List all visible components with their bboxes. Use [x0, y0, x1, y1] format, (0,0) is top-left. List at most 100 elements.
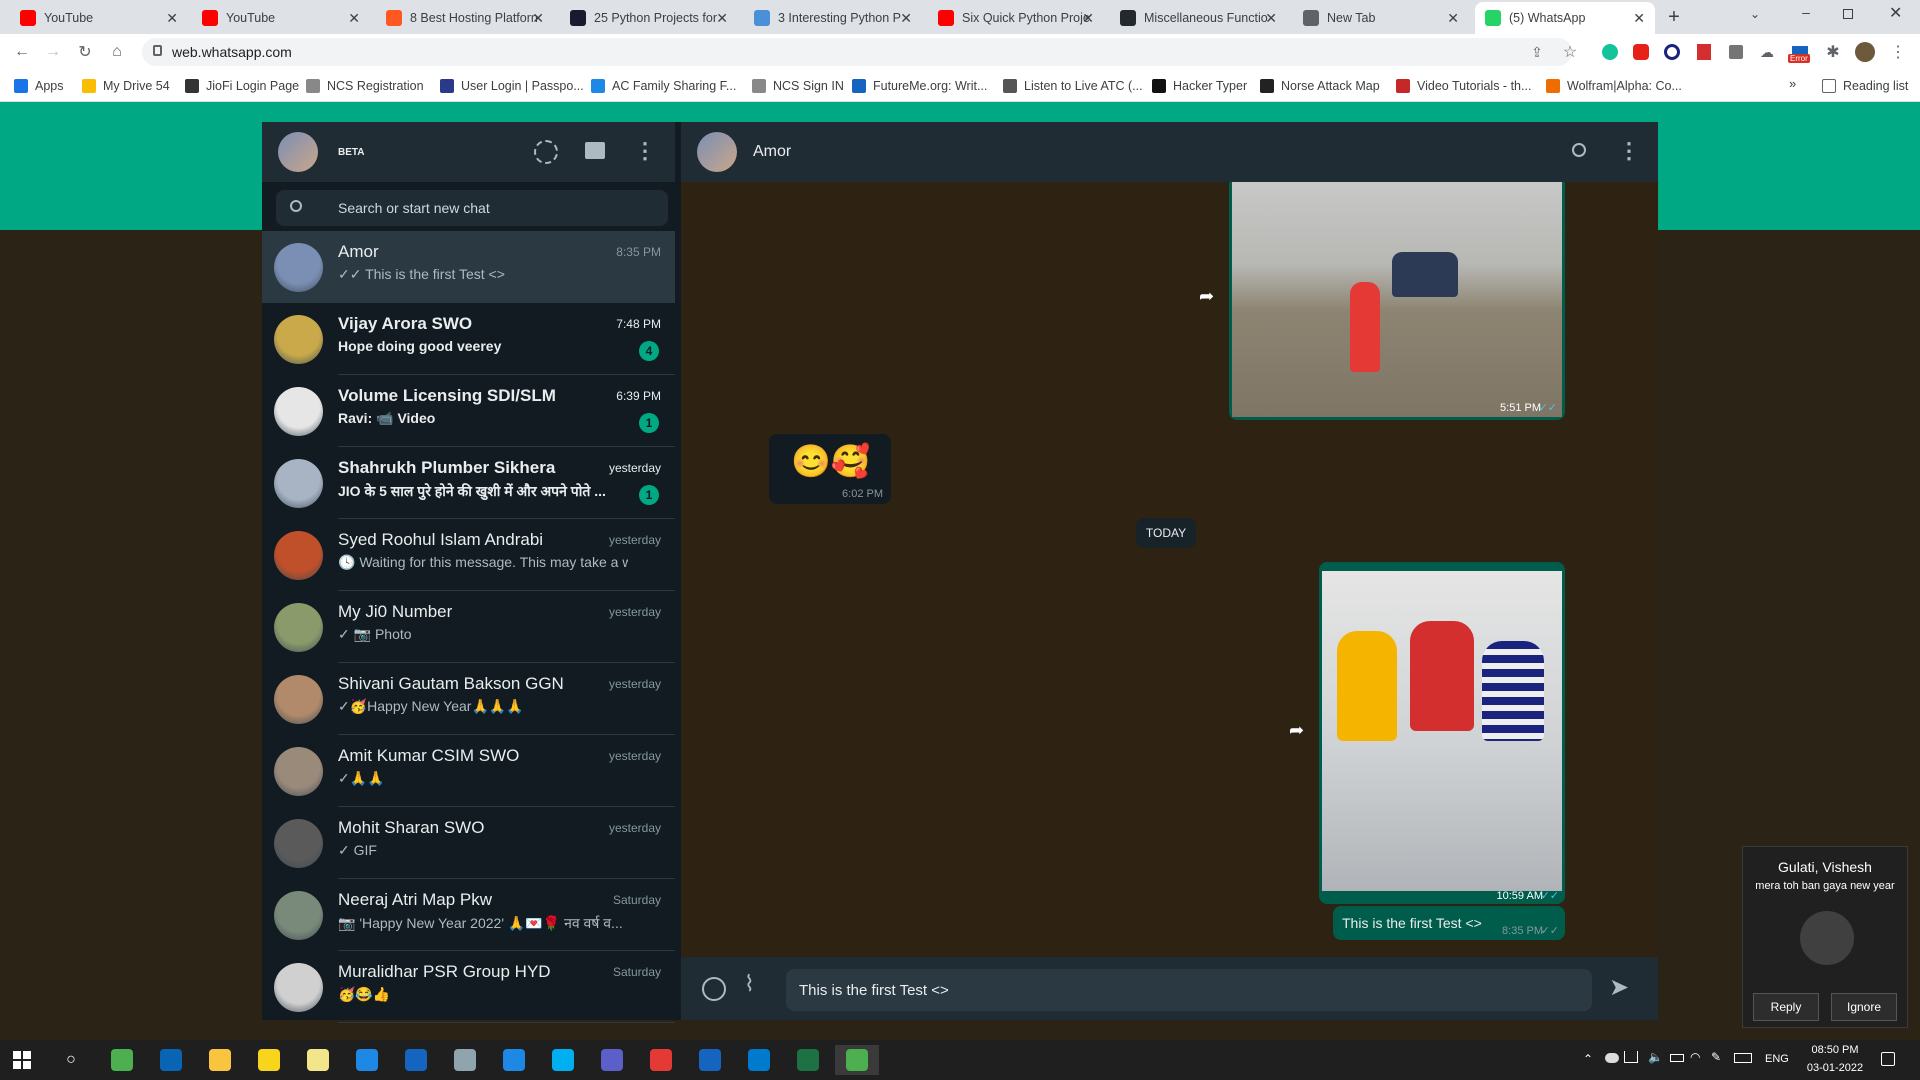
search-input[interactable]: Search or start new chat — [276, 190, 668, 226]
browser-tab[interactable]: (5) WhatsApp ✕ — [1475, 2, 1655, 34]
browser-tab[interactable]: 3 Interesting Python P ✕ — [744, 2, 922, 34]
language-indicator[interactable]: ENG — [1765, 1053, 1789, 1065]
contact-avatar[interactable] — [697, 132, 737, 172]
bookmark-item[interactable]: AC Family Sharing F... — [591, 77, 736, 95]
taskbar-app[interactable] — [156, 1045, 186, 1075]
youtube-ext-icon[interactable] — [1633, 44, 1649, 60]
chat-list-item[interactable]: Mohit Sharan SWO ✓ GIF yesterday — [262, 807, 675, 879]
tab-close-icon[interactable]: ✕ — [348, 10, 360, 27]
bookmarks-overflow-icon[interactable]: » — [1789, 76, 1796, 91]
tab-close-icon[interactable]: ✕ — [716, 10, 728, 27]
tray-wifi-icon[interactable]: ◠ — [1690, 1050, 1700, 1064]
new-tab-button[interactable]: + — [1661, 6, 1687, 30]
taskbar-app[interactable] — [352, 1045, 382, 1075]
browser-tab[interactable]: YouTube ✕ — [192, 2, 370, 34]
tab-close-icon[interactable]: ✕ — [166, 10, 178, 27]
tray-onedrive-icon[interactable] — [1605, 1053, 1619, 1063]
reading-list[interactable]: Reading list — [1822, 77, 1908, 95]
profile-avatar[interactable] — [1855, 42, 1875, 62]
my-profile-avatar[interactable] — [278, 132, 318, 172]
conversation-menu-icon[interactable]: ⋮ — [1618, 138, 1640, 164]
taskbar-app[interactable] — [254, 1045, 284, 1075]
bookmark-item[interactable]: User Login | Passpo... — [440, 77, 584, 95]
home-icon[interactable]: ⌂ — [107, 42, 127, 62]
address-bar[interactable]: web.whatsapp.com — [142, 38, 1572, 66]
browser-menu-icon[interactable]: ⋮ — [1888, 42, 1908, 62]
contact-name[interactable]: Amor — [753, 143, 791, 161]
bookmark-item[interactable]: Wolfram|Alpha: Co... — [1546, 77, 1682, 95]
emoji-icon[interactable] — [702, 977, 726, 1001]
close-window-button[interactable]: ✕ — [1889, 3, 1902, 23]
clock-time[interactable]: 08:50 PM — [1805, 1044, 1865, 1056]
image-message[interactable]: 5:51 PM ✓✓ — [1229, 182, 1565, 420]
action-center-icon[interactable] — [1881, 1052, 1895, 1066]
bookmark-star-icon[interactable]: ☆ — [1560, 42, 1580, 62]
clock-date[interactable]: 03-01-2022 — [1805, 1062, 1865, 1074]
message-input[interactable]: This is the first Test <> — [786, 969, 1592, 1011]
notification-ignore-button[interactable]: Ignore — [1831, 993, 1897, 1021]
bookmark-item[interactable]: Hacker Typer — [1152, 77, 1247, 95]
taskbar-app[interactable] — [548, 1045, 578, 1075]
taskbar-app[interactable] — [695, 1045, 725, 1075]
start-button[interactable] — [7, 1045, 37, 1075]
browser-tab[interactable]: 8 Best Hosting Platforn ✕ — [376, 2, 554, 34]
restore-button[interactable] — [1843, 9, 1853, 19]
bookmark-item[interactable]: My Drive 54 — [82, 77, 170, 95]
tray-volume-icon[interactable]: 🔈 — [1648, 1050, 1663, 1064]
notification-toast[interactable]: Gulati, Vishesh mera toh ban gaya new ye… — [1742, 846, 1908, 1028]
tray-pen-icon[interactable]: ✎ — [1711, 1050, 1721, 1064]
bookmark-item[interactable]: NCS Registration — [306, 77, 424, 95]
image-message[interactable]: 10:59 AM ✓✓ — [1319, 562, 1565, 904]
tab-close-icon[interactable]: ✕ — [900, 10, 912, 27]
message-photo[interactable] — [1322, 571, 1562, 891]
share-icon[interactable]: ⇪ — [1527, 42, 1547, 62]
cloud-icon[interactable]: ☁ — [1757, 42, 1777, 62]
extension-blue-icon[interactable] — [1664, 44, 1680, 60]
pdf-icon[interactable] — [1697, 44, 1711, 60]
bookmark-item[interactable]: JioFi Login Page — [185, 77, 299, 95]
tab-close-icon[interactable]: ✕ — [1082, 10, 1094, 27]
browser-tab[interactable]: YouTube ✕ — [10, 2, 188, 34]
tab-close-icon[interactable]: ✕ — [1447, 10, 1459, 27]
minimize-button[interactable]: – — [1796, 4, 1816, 20]
taskbar-app[interactable] — [450, 1045, 480, 1075]
status-icon[interactable] — [534, 140, 558, 164]
taskbar-app[interactable] — [744, 1045, 774, 1075]
tray-overflow-icon[interactable]: ⌃ — [1583, 1052, 1593, 1066]
taskbar-app[interactable] — [303, 1045, 333, 1075]
browser-tab[interactable]: Miscellaneous Functio ✕ — [1110, 2, 1287, 34]
grammarly-icon[interactable] — [1602, 44, 1618, 60]
forward-icon[interactable]: ➦ — [1289, 720, 1304, 741]
tray-battery-icon[interactable] — [1670, 1054, 1684, 1062]
taskbar-app[interactable] — [835, 1045, 879, 1075]
tab-close-icon[interactable]: ✕ — [532, 10, 544, 27]
taskbar-app[interactable] — [107, 1045, 137, 1075]
browser-tab[interactable]: 25 Python Projects for ✕ — [560, 2, 738, 34]
search-messages-icon[interactable] — [1572, 143, 1586, 157]
notification-reply-button[interactable]: Reply — [1753, 993, 1819, 1021]
bookmark-item[interactable]: Apps — [14, 77, 64, 95]
forward-icon[interactable]: ➦ — [1199, 286, 1214, 307]
taskbar-app[interactable] — [205, 1045, 235, 1075]
forward-icon[interactable]: → — [43, 42, 63, 62]
tab-close-icon[interactable]: ✕ — [1633, 10, 1645, 27]
chat-list-item[interactable]: Syed Roohul Islam Andrabi 🕓 Waiting for t… — [262, 519, 675, 591]
chat-list-item[interactable]: Amor ✓✓ This is the first Test <> 8:35 PM — [262, 231, 675, 303]
tray-network-icon[interactable] — [1624, 1051, 1638, 1063]
chat-list-item[interactable]: Neeraj Atri Map Pkw 📷 'Happy New Year 202… — [262, 879, 675, 951]
bookmark-item[interactable]: Video Tutorials - th... — [1396, 77, 1531, 95]
extension-gray-icon[interactable] — [1729, 45, 1743, 59]
taskbar-search-icon[interactable]: ○ — [56, 1045, 86, 1075]
emoji-message[interactable]: 😊🥰 6:02 PM — [769, 434, 891, 504]
chat-list-item[interactable]: Muralidhar PSR Group HYD 🥳😂👍 Saturday — [262, 951, 675, 1023]
new-chat-icon[interactable] — [585, 142, 605, 159]
back-icon[interactable]: ← — [12, 42, 32, 62]
chat-list-item[interactable]: Shivani Gautam Bakson GGN ✓🥳Happy New Yea… — [262, 663, 675, 735]
chat-list-item[interactable]: Shahrukh Plumber Sikhera JIO के 5 साल पुर… — [262, 447, 675, 519]
chat-list-item[interactable]: Amit Kumar CSIM SWO ✓🙏🙏 yesterday — [262, 735, 675, 807]
taskbar-app[interactable] — [401, 1045, 431, 1075]
tab-close-icon[interactable]: ✕ — [1265, 10, 1277, 27]
text-message[interactable]: This is the first Test <> 8:35 PM ✓✓ — [1333, 906, 1565, 940]
bookmark-item[interactable]: Listen to Live ATC (... — [1003, 77, 1143, 95]
tray-keyboard-icon[interactable] — [1734, 1053, 1752, 1063]
